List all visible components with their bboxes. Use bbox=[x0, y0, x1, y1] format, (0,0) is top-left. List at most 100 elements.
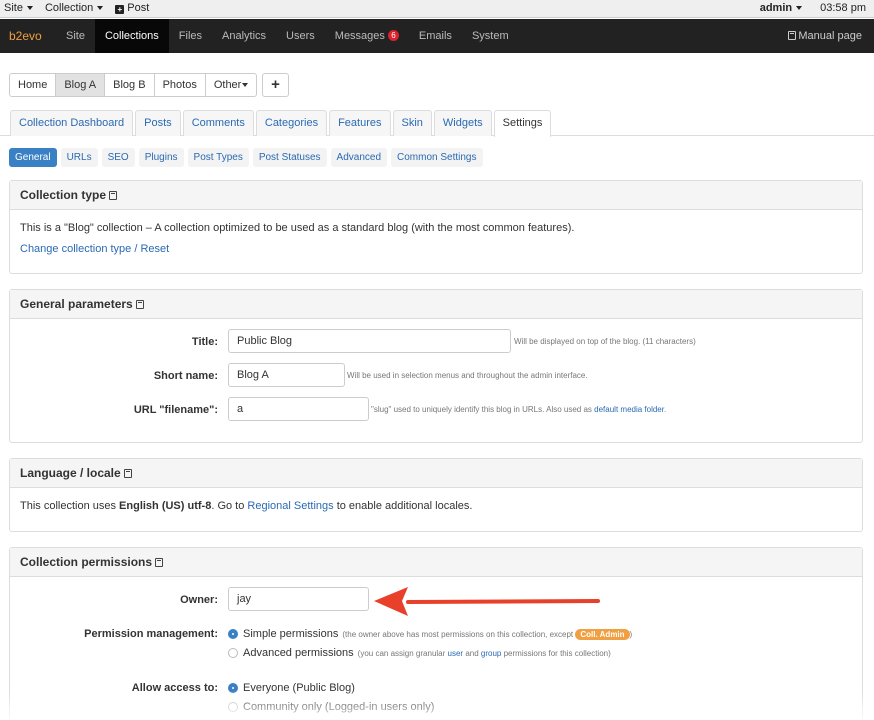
title-input[interactable]: Public Blog bbox=[228, 329, 511, 353]
url-note-end: . bbox=[663, 405, 667, 414]
short-name-input[interactable]: Blog A bbox=[228, 363, 345, 387]
blog-tabs: Home Blog A Blog B Photos Other bbox=[9, 73, 258, 97]
title-label: Title: bbox=[191, 336, 218, 348]
general-parameters-panel: General parameters Title: Public Blog Wi… bbox=[9, 289, 863, 443]
permission-management-label: Permission management: bbox=[84, 628, 218, 640]
nav-system[interactable]: System bbox=[462, 19, 519, 53]
subtab-seo[interactable]: SEO bbox=[101, 148, 135, 167]
admin-navbar: b2evo Site Collections Files Analytics U… bbox=[0, 19, 874, 53]
radio-unselected[interactable] bbox=[228, 648, 238, 658]
chevron-down-icon bbox=[26, 6, 33, 11]
url-note-text: "slug" used to uniquely identify this bl… bbox=[371, 405, 592, 414]
radio-selected[interactable] bbox=[228, 683, 238, 693]
nav-analytics[interactable]: Analytics bbox=[212, 19, 276, 53]
access-everyone-option[interactable]: Everyone (Public Blog) bbox=[228, 682, 355, 694]
access-community-option[interactable]: Community only (Logged-in users only) bbox=[228, 701, 434, 713]
post-button[interactable]: + Post bbox=[115, 2, 149, 14]
access-everyone-label: Everyone (Public Blog) bbox=[243, 682, 355, 694]
subtab-post-statuses[interactable]: Post Statuses bbox=[252, 148, 327, 167]
blog-tab-other[interactable]: Other bbox=[204, 73, 258, 97]
tab-categories[interactable]: Categories bbox=[255, 110, 328, 136]
nav-collections[interactable]: Collections bbox=[94, 19, 169, 53]
collection-menu[interactable]: Collection bbox=[44, 2, 104, 14]
tab-skin[interactable]: Skin bbox=[392, 110, 432, 136]
chevron-down-icon bbox=[796, 6, 803, 11]
language-panel: Language / locale This collection uses E… bbox=[9, 458, 863, 532]
advanced-note-a: (you can assign granular bbox=[357, 648, 446, 658]
manual-page-label: Manual page bbox=[798, 30, 862, 42]
subtab-common-settings[interactable]: Common Settings bbox=[391, 148, 483, 167]
panel-header: Collection permissions bbox=[10, 548, 862, 577]
panel-title: Collection type bbox=[20, 188, 107, 202]
book-icon[interactable] bbox=[109, 191, 118, 200]
default-media-folder-link[interactable]: default media folder bbox=[594, 405, 664, 414]
subtab-advanced[interactable]: Advanced bbox=[330, 148, 388, 167]
tab-widgets[interactable]: Widgets bbox=[433, 110, 492, 136]
owner-input[interactable]: jay bbox=[228, 587, 369, 611]
language-text-1: This collection uses bbox=[20, 500, 120, 512]
coll-admin-badge: Coll. Admin bbox=[575, 628, 630, 640]
language-text-2: . Go to bbox=[211, 500, 248, 512]
user-menu[interactable]: admin bbox=[760, 2, 803, 14]
short-name-note: Will be used in selection menus and thro… bbox=[347, 371, 588, 380]
radio-selected[interactable] bbox=[228, 629, 238, 639]
regional-settings-link[interactable]: Regional Settings bbox=[247, 500, 333, 512]
chevron-down-icon bbox=[97, 6, 104, 11]
blog-tab-home[interactable]: Home bbox=[9, 73, 57, 97]
collection-tabs: Collection Dashboard Posts Comments Cate… bbox=[0, 110, 874, 137]
url-filename-label: URL "filename": bbox=[133, 404, 218, 416]
subtab-plugins[interactable]: Plugins bbox=[138, 148, 184, 167]
advanced-note-b: permissions for this collection) bbox=[503, 648, 611, 658]
site-menu-label: Site bbox=[4, 2, 23, 14]
url-filename-input[interactable]: a bbox=[228, 397, 369, 421]
collection-type-panel: Collection type This is a "Blog" collect… bbox=[9, 180, 863, 274]
tab-posts[interactable]: Posts bbox=[135, 110, 181, 136]
tab-features[interactable]: Features bbox=[329, 110, 391, 136]
book-icon bbox=[788, 31, 797, 40]
nav-messages-label: Messages bbox=[334, 30, 385, 42]
book-icon[interactable] bbox=[135, 300, 144, 309]
post-label: Post bbox=[127, 2, 150, 14]
subtab-post-types[interactable]: Post Types bbox=[187, 148, 249, 167]
site-menu[interactable]: Site bbox=[4, 2, 33, 14]
tab-comments[interactable]: Comments bbox=[182, 110, 254, 136]
subtab-general[interactable]: General bbox=[9, 148, 57, 167]
evobar: Site Collection + Post admin 03:58 pm bbox=[0, 0, 874, 18]
change-collection-type-link[interactable]: Change collection type / Reset bbox=[20, 243, 169, 255]
user-permissions-link[interactable]: user bbox=[448, 649, 464, 658]
blog-tab-blog-b[interactable]: Blog B bbox=[104, 73, 155, 97]
language-text: This collection uses English (US) utf-8.… bbox=[10, 488, 862, 522]
advanced-permissions-option[interactable]: Advanced permissions (you can assign gra… bbox=[228, 647, 611, 659]
advanced-note-and: and bbox=[465, 648, 479, 658]
manual-page-link[interactable]: Manual page bbox=[788, 30, 862, 42]
advanced-permissions-label: Advanced permissions bbox=[243, 647, 354, 659]
collection-type-text: This is a "Blog" collection – A collecti… bbox=[20, 222, 575, 234]
panel-header: Collection type bbox=[10, 181, 862, 210]
book-icon[interactable] bbox=[155, 558, 164, 567]
blog-tab-photos[interactable]: Photos bbox=[153, 73, 206, 97]
radio-unselected[interactable] bbox=[228, 702, 238, 712]
book-icon[interactable] bbox=[123, 469, 132, 478]
nav-users[interactable]: Users bbox=[276, 19, 325, 53]
nav-messages[interactable]: Messages 6 bbox=[325, 19, 409, 53]
short-name-label: Short name: bbox=[153, 370, 218, 382]
locale-value: English (US) utf-8 bbox=[119, 500, 212, 512]
group-permissions-link[interactable]: group bbox=[481, 649, 501, 658]
advanced-permissions-note: (you can assign granular user and group … bbox=[358, 649, 611, 658]
add-collection-button[interactable]: + bbox=[262, 73, 289, 97]
tab-collection-dashboard[interactable]: Collection Dashboard bbox=[10, 110, 134, 136]
simple-permissions-option[interactable]: Simple permissions (the owner above has … bbox=[228, 628, 632, 640]
clock: 03:58 pm bbox=[820, 2, 866, 14]
chevron-down-icon bbox=[242, 83, 249, 88]
simple-note-end: ) bbox=[629, 629, 633, 639]
blog-tab-blog-a[interactable]: Blog A bbox=[55, 73, 106, 97]
brand-logo[interactable]: b2evo bbox=[9, 29, 42, 43]
nav-emails[interactable]: Emails bbox=[409, 19, 462, 53]
nav-site[interactable]: Site bbox=[56, 19, 95, 53]
subtab-urls[interactable]: URLs bbox=[60, 148, 98, 167]
tab-settings[interactable]: Settings bbox=[493, 110, 552, 137]
collection-permissions-panel: Collection permissions Owner: jay Permis… bbox=[9, 547, 863, 720]
collection-menu-label: Collection bbox=[44, 2, 94, 14]
panel-title: Collection permissions bbox=[20, 555, 153, 569]
nav-files[interactable]: Files bbox=[169, 19, 212, 53]
